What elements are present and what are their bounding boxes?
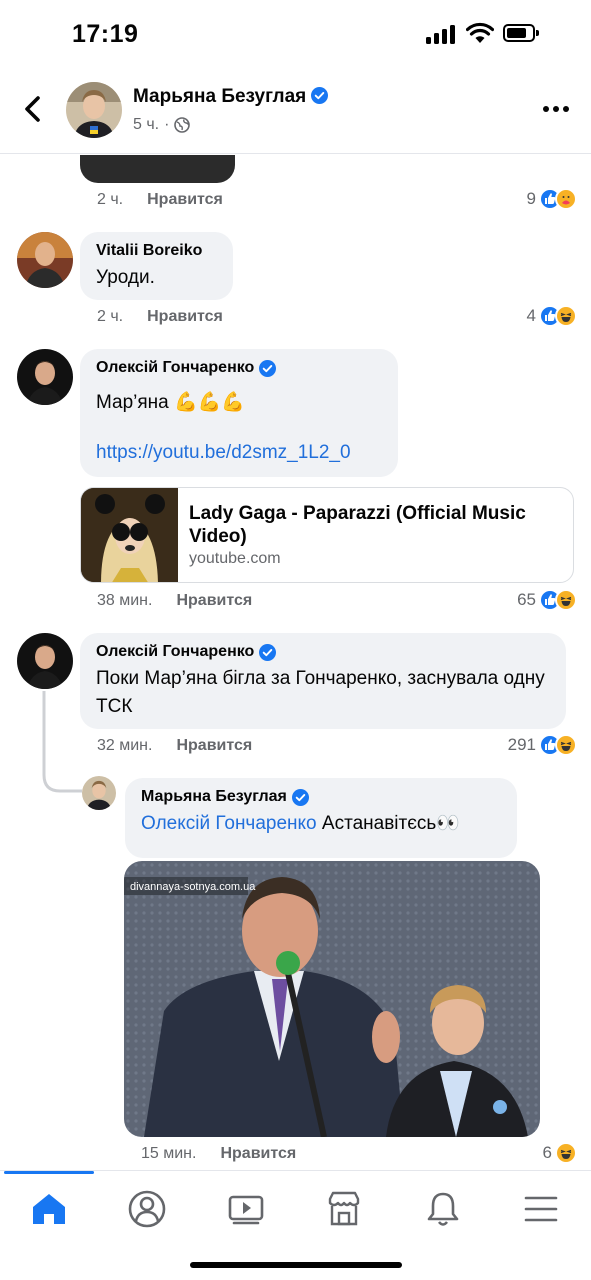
reaction-count: 4	[526, 306, 536, 325]
comment-actions: 2 ч. Нравится	[97, 191, 223, 209]
comment-time[interactable]: 2 ч.	[97, 308, 123, 326]
commenter-avatar[interactable]	[17, 232, 73, 288]
author-avatar[interactable]	[66, 82, 122, 138]
active-tab-indicator	[4, 1171, 94, 1174]
link-title: Lady Gaga - Paparazzi (Official Music Vi…	[189, 503, 526, 547]
reply-bubble: Марьяна Безуглая Олексій Гончаренко Аста…	[125, 778, 517, 858]
link-domain: youtube.com	[189, 550, 281, 567]
home-indicator[interactable]	[190, 1262, 402, 1268]
wifi-icon	[466, 22, 494, 43]
comment-text: Уроди.	[96, 267, 155, 288]
profile-icon[interactable]	[127, 1189, 167, 1229]
commenter-avatar[interactable]	[82, 776, 116, 810]
post-header: Марьяна Безуглая 5 ч. ·	[0, 70, 591, 154]
meta-separator: ·	[164, 116, 170, 133]
comments-list: 2 ч. Нравится 9 Vitalii Boreiko Уроди. 2…	[0, 155, 591, 1170]
reaction-summary[interactable]: 291	[508, 734, 577, 756]
marketplace-icon[interactable]	[324, 1189, 364, 1229]
commenter-name[interactable]: Марьяна Безуглая	[141, 788, 501, 806]
reply-image[interactable]: divannaya-sotnya.com.ua	[124, 861, 540, 1137]
reaction-count: 291	[507, 735, 536, 754]
haha-reaction-icon	[555, 589, 577, 611]
comment-link[interactable]: https://youtu.be/d2smz_1L2_0	[96, 439, 382, 467]
comment-time[interactable]: 15 мин.	[141, 1145, 196, 1163]
cellular-signal-icon	[426, 24, 458, 44]
comment-bubble: Олексій Гончаренко Мар’яна 💪💪💪 https://y…	[80, 349, 398, 477]
post-time[interactable]: 5 ч.	[133, 116, 159, 134]
author-name[interactable]: Марьяна Безуглая	[133, 86, 329, 108]
comment-text: Мар’яна 💪💪💪	[96, 392, 246, 413]
reaction-count: 6	[542, 1143, 552, 1162]
status-bar: 17:19	[0, 0, 591, 70]
reaction-summary[interactable]: 9	[527, 188, 577, 210]
comment-actions: 32 мин. Нравится	[97, 737, 252, 755]
haha-reaction-icon	[555, 1142, 577, 1164]
comment-text: Поки Мар’яна бігла за Гончаренко, заснув…	[96, 668, 545, 717]
care-reaction-icon	[555, 188, 577, 210]
comment-actions: 2 ч. Нравится	[97, 308, 223, 326]
comment-time[interactable]: 2 ч.	[97, 191, 123, 209]
comment-actions: 38 мин. Нравится	[97, 592, 252, 610]
like-button[interactable]: Нравится	[176, 592, 252, 610]
post-meta: 5 ч. ·	[133, 116, 191, 134]
like-button[interactable]: Нравится	[147, 308, 223, 326]
menu-icon[interactable]	[521, 1189, 561, 1229]
commenter-avatar[interactable]	[17, 349, 73, 405]
verified-badge-icon	[311, 87, 329, 104]
video-thumbnail	[81, 488, 178, 582]
reaction-summary[interactable]: 6	[543, 1142, 577, 1164]
verified-badge-icon	[291, 788, 309, 806]
verified-badge-icon	[259, 359, 277, 377]
like-button[interactable]: Нравится	[147, 191, 223, 209]
reaction-count: 65	[517, 590, 536, 609]
more-dots-icon[interactable]	[543, 106, 569, 114]
comment-text: Олексій Гончаренко Астанавітєсь👀	[141, 813, 460, 834]
home-icon[interactable]	[29, 1189, 69, 1229]
notifications-icon[interactable]	[423, 1189, 463, 1229]
haha-reaction-icon	[555, 734, 577, 756]
comment-image[interactable]	[80, 155, 235, 183]
commenter-name[interactable]: Олексій Гончаренко	[96, 359, 382, 377]
reply-thread-line	[42, 691, 82, 793]
comment-bubble: Vitalii Boreiko Уроди.	[80, 232, 233, 300]
back-chevron-icon[interactable]	[20, 94, 46, 124]
flexed-biceps-emoji: 💪💪💪	[174, 392, 246, 413]
comment-time[interactable]: 32 мин.	[97, 737, 152, 755]
comment-actions: 15 мин. Нравится	[141, 1145, 296, 1163]
like-button[interactable]: Нравится	[176, 737, 252, 755]
comment-time[interactable]: 38 мин.	[97, 592, 152, 610]
image-watermark: divannaya-sotnya.com.ua	[130, 881, 256, 893]
verified-badge-icon	[259, 643, 277, 661]
commenter-name[interactable]: Vitalii Boreiko	[96, 242, 217, 260]
globe-icon	[174, 117, 191, 133]
reaction-summary[interactable]: 65	[517, 589, 577, 611]
watch-icon[interactable]	[226, 1189, 266, 1229]
reaction-count: 9	[526, 189, 536, 208]
haha-reaction-icon	[555, 305, 577, 327]
reaction-summary[interactable]: 4	[527, 305, 577, 327]
status-time: 17:19	[72, 20, 139, 48]
link-preview-card[interactable]: Lady Gaga - Paparazzi (Official Music Vi…	[80, 487, 574, 583]
like-button[interactable]: Нравится	[220, 1145, 296, 1163]
commenter-name[interactable]: Олексій Гончаренко	[96, 643, 550, 661]
comment-bubble: Олексій Гончаренко Поки Мар’яна бігла за…	[80, 633, 566, 729]
commenter-avatar[interactable]	[17, 633, 73, 689]
battery-icon	[503, 24, 539, 42]
mention-link[interactable]: Олексій Гончаренко	[141, 813, 317, 834]
